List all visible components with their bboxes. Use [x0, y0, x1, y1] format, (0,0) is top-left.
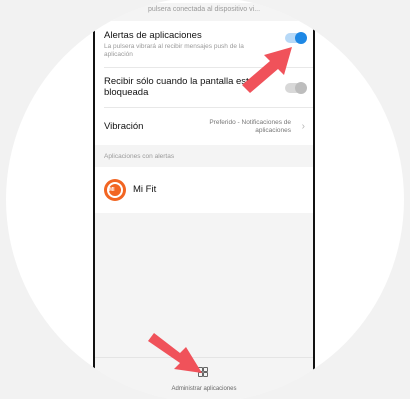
- arrow-annotation-top: [242, 47, 292, 93]
- manage-apps-label: Administrar aplicaciones: [171, 386, 237, 392]
- app-list-item[interactable]: MI Mi Fit: [95, 167, 313, 213]
- chevron-right-icon: ›: [301, 121, 305, 132]
- app-icon-text: MI: [109, 187, 115, 193]
- mi-fit-app-icon: MI: [104, 179, 126, 201]
- locked-only-title: Recibir sólo cuando la pantalla esté blo…: [104, 76, 254, 98]
- app-alerts-subtitle: La pulsera vibrará al recibir mensajes p…: [104, 43, 244, 58]
- connection-status-text: pulsera conectada al dispositivo vi...: [95, 3, 313, 19]
- apps-section-header: Aplicaciones con alertas: [104, 153, 175, 160]
- app-name: Mi Fit: [133, 184, 157, 195]
- apps-card: MI Mi Fit: [95, 167, 313, 213]
- vibration-value: Preferido - Notificaciones de aplicacion…: [209, 119, 291, 134]
- vibration-row[interactable]: Vibración Preferido - Notificaciones de …: [104, 119, 305, 137]
- circular-crop: pulsera conectada al dispositivo vi... A…: [6, 0, 404, 399]
- divider: [104, 107, 313, 108]
- screenshot-stage: pulsera conectada al dispositivo vi... A…: [0, 0, 410, 399]
- arrow-annotation-bottom: [148, 333, 202, 373]
